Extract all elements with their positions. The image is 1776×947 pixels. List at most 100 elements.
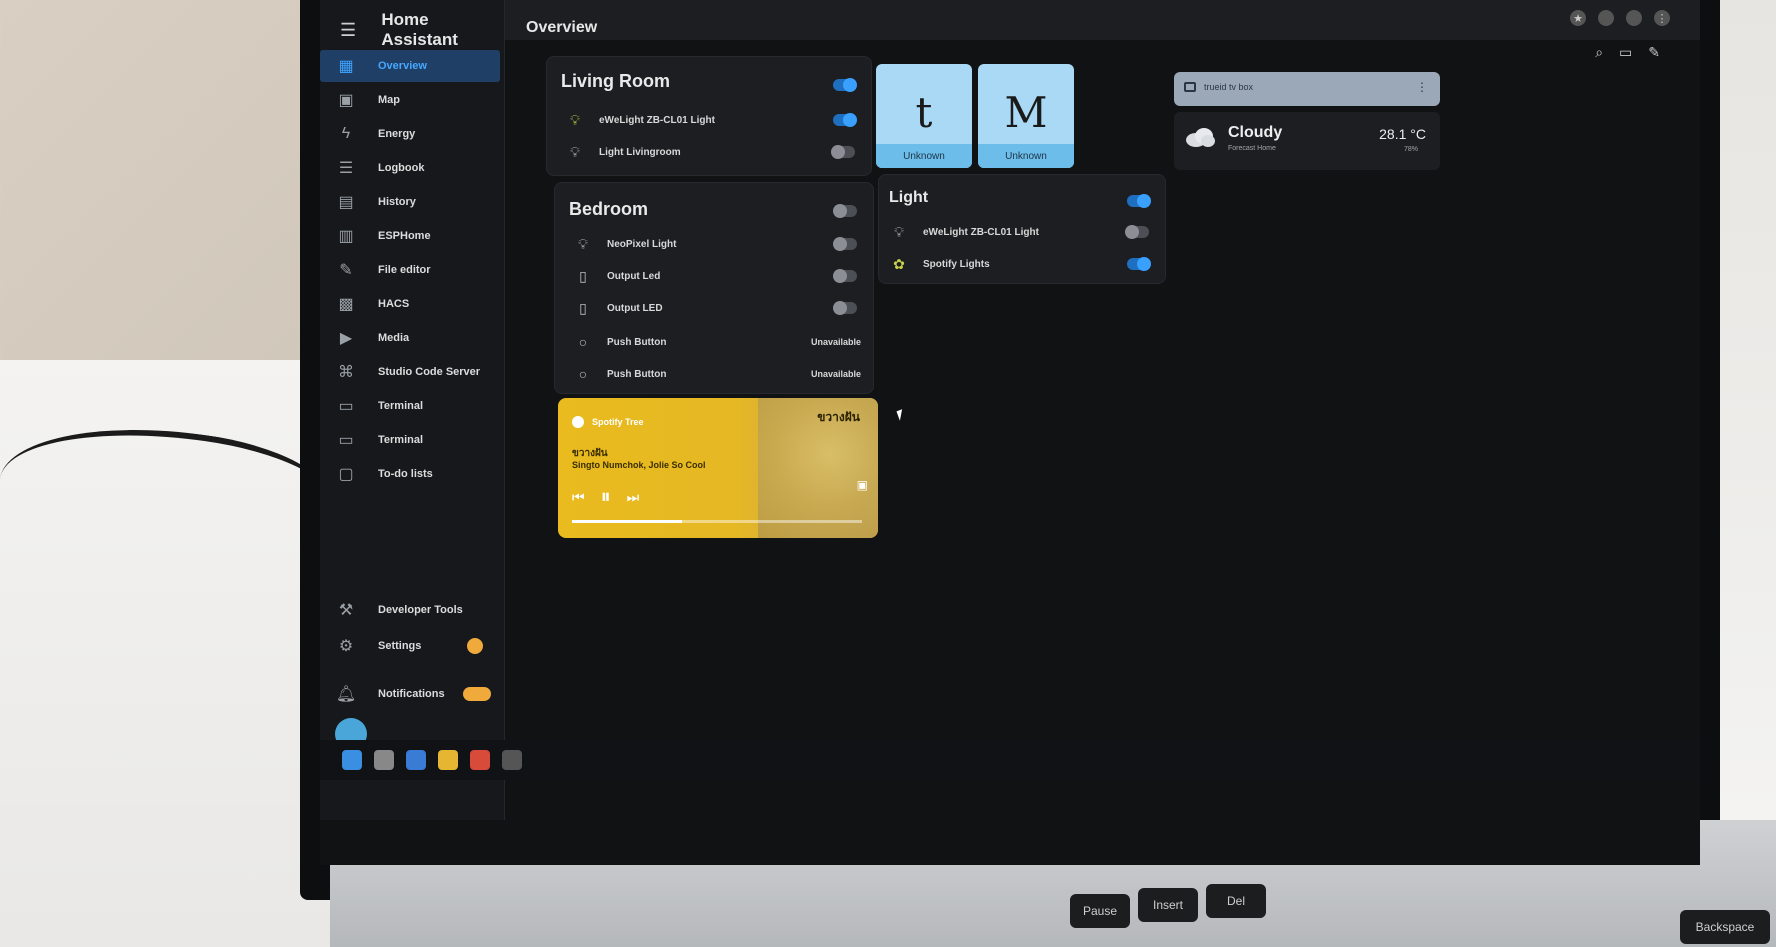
track-title: ขวางฝัน <box>572 448 608 459</box>
assist-icon[interactable]: ▭ <box>1619 44 1632 61</box>
list-item[interactable]: ▯ Output LED <box>555 295 873 321</box>
bell-icon: 🔔︎ <box>335 686 357 703</box>
sidebar-item-notifications[interactable]: 🔔︎ Notifications <box>320 678 505 710</box>
terminal-icon: ▭ <box>338 398 354 415</box>
list-item[interactable]: ▯ Output Led <box>555 263 873 289</box>
hammer-icon: ⚒ <box>338 602 354 619</box>
card-title: Bedroom <box>569 199 649 219</box>
bulb-icon: 💡︎ <box>894 223 904 240</box>
media-player-card[interactable]: ขวางฝัน Spotify Tree ขวางฝัน Singto Numc… <box>558 398 878 538</box>
windows-start-icon[interactable] <box>342 750 362 770</box>
row-label: Output LED <box>607 302 663 314</box>
media-source-label: Spotify Tree <box>592 417 644 427</box>
toggle[interactable] <box>833 269 857 283</box>
sidebar-item-overview[interactable]: ▦ Overview <box>320 50 500 82</box>
lightning-icon: ϟ <box>341 125 351 142</box>
bedroom-master-toggle[interactable] <box>833 204 857 218</box>
sidebar-item-developer-tools[interactable]: ⚒ Developer Tools <box>320 594 505 626</box>
copilot-icon[interactable] <box>406 750 426 770</box>
folder-icon[interactable] <box>438 750 458 770</box>
list-item[interactable]: ○ Push Button Unavailable <box>555 329 873 355</box>
list-item[interactable]: 💡︎ Light Livingroom <box>547 139 871 165</box>
chip-icon: ▥ <box>338 228 354 245</box>
media-source: Spotify Tree <box>572 416 644 428</box>
sidebar-item-label: To-do lists <box>378 468 433 480</box>
sidebar-item-history[interactable]: ▤ History <box>320 186 505 218</box>
next-track-icon[interactable]: ⏭ <box>627 489 640 506</box>
sidebar-item-file-editor[interactable]: ✎ File editor <box>320 254 505 286</box>
sidebar-item-hacs[interactable]: ▩ HACS <box>320 288 505 320</box>
person-tile[interactable]: t Unknown <box>876 64 972 168</box>
sidebar-item-terminal-2[interactable]: ▭ Terminal <box>320 424 505 456</box>
weather-temperature: 28.1 °C <box>1379 126 1426 142</box>
terminal-app-icon[interactable] <box>502 750 522 770</box>
tv-name: trueid tv box <box>1204 82 1254 92</box>
list-item[interactable]: ○ Push Button Unavailable <box>555 361 873 387</box>
weather-humidity: 78% <box>1403 146 1418 153</box>
tv-card[interactable]: trueid tv box ⋮ <box>1174 72 1440 106</box>
toggle[interactable] <box>833 113 857 127</box>
toggle[interactable] <box>831 145 855 159</box>
sidebar-item-todo[interactable]: ▢ To-do lists <box>320 458 505 490</box>
sidebar-item-label: Energy <box>378 128 416 140</box>
list-item[interactable]: ✿ Spotify Lights <box>879 251 1165 277</box>
sidebar-item-label: File editor <box>378 264 431 276</box>
sidebar-item-label: Map <box>378 94 400 106</box>
row-label: Push Button <box>607 368 667 380</box>
person-initial: M <box>1004 88 1048 137</box>
sidebar-item-label: Logbook <box>378 162 425 174</box>
media-browse-icon[interactable]: ▣ <box>857 478 868 492</box>
taskbar-apps <box>342 750 522 770</box>
key-del: Del <box>1206 884 1266 918</box>
media-progress-bar[interactable] <box>572 520 862 523</box>
sidebar-item-terminal[interactable]: ▭ Terminal <box>320 390 505 422</box>
hamburger-icon[interactable]: ☰ <box>340 20 359 41</box>
list-item[interactable]: 💡︎ eWeLight ZB-CL01 Light <box>547 107 871 133</box>
weather-card[interactable]: Cloudy Forecast Home 28.1 °C 78% <box>1174 112 1440 170</box>
sidebar-item-label: Terminal <box>378 434 424 446</box>
pause-icon[interactable]: ⏸ <box>601 486 611 509</box>
settings-badge <box>467 638 483 654</box>
toggle[interactable] <box>1125 225 1149 239</box>
switch-icon: ▯ <box>579 267 587 284</box>
album-art-title: ขวางฝัน <box>817 410 860 424</box>
sidebar-item-label: Developer Tools <box>378 604 463 616</box>
mouse-cursor <box>896 409 906 421</box>
living-room-master-toggle[interactable] <box>833 78 857 92</box>
sidebar-item-esphome[interactable]: ▥ ESPHome <box>320 220 505 252</box>
row-label: Spotify Lights <box>923 258 990 270</box>
laptop-screen: ★ ⋮ ☰ Home Assistant ▦ Overview ▣ Map ϟ … <box>320 0 1700 865</box>
keyboard: Pause Insert Del Backspace <box>1020 880 1776 947</box>
light-master-toggle[interactable] <box>1127 194 1151 208</box>
task-view-icon[interactable] <box>374 750 394 770</box>
top-actions: ⌕ ▭ ✎ <box>1595 44 1660 61</box>
media-progress-fill <box>572 520 683 523</box>
edit-icon[interactable]: ✎ <box>1648 44 1660 61</box>
chrome-icon[interactable] <box>470 750 490 770</box>
sidebar-item-map[interactable]: ▣ Map <box>320 84 505 116</box>
sidebar-item-media[interactable]: ▶ Media <box>320 322 505 354</box>
row-state: Unavailable <box>810 337 861 347</box>
toggle[interactable] <box>833 301 857 315</box>
terminal-icon: ▭ <box>338 432 354 449</box>
chart-icon: ▤ <box>338 194 354 211</box>
circle-icon: ○ <box>578 366 588 382</box>
list-item[interactable]: 💡︎ NeoPixel Light <box>555 231 873 257</box>
sidebar-item-settings[interactable]: ⚙ Settings <box>320 630 505 662</box>
person-tile[interactable]: M Unknown <box>978 64 1074 168</box>
sidebar-item-logbook[interactable]: ☰ Logbook <box>320 152 505 184</box>
previous-track-icon[interactable]: ⏮ <box>572 489 585 506</box>
more-options-icon[interactable]: ⋮ <box>1416 80 1428 94</box>
toggle[interactable] <box>1127 257 1151 271</box>
toggle[interactable] <box>833 237 857 251</box>
sidebar-item-energy[interactable]: ϟ Energy <box>320 118 505 150</box>
cast-icon <box>1184 82 1196 92</box>
clipboard-icon: ▢ <box>338 466 354 483</box>
cloud-icon <box>1186 128 1215 147</box>
gear-icon: ⚙ <box>338 638 354 655</box>
key-pause: Pause <box>1070 894 1130 928</box>
list-item[interactable]: 💡︎ eWeLight ZB-CL01 Light <box>879 219 1165 245</box>
sidebar-item-studio-code-server[interactable]: ⌘ Studio Code Server <box>320 356 505 388</box>
search-icon[interactable]: ⌕ <box>1595 44 1603 61</box>
top-bar: Overview ⌕ ▭ ✎ <box>506 14 1700 60</box>
